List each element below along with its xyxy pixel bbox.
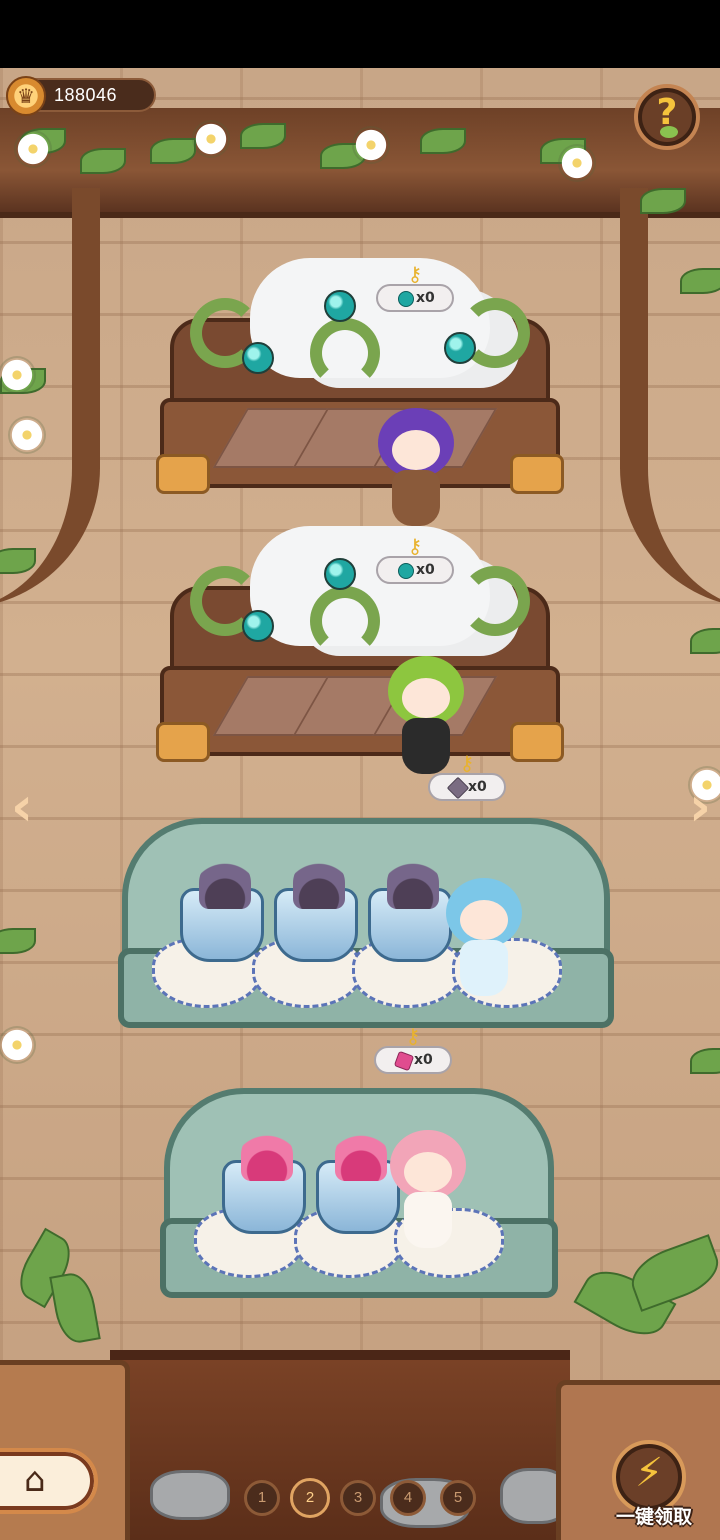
character-face [402,678,450,718]
teal-gem-icon [398,291,414,307]
vine-decoration [310,586,380,656]
resource-count: x0 [416,290,435,306]
seaweed-icon [446,776,470,800]
seaweed-jar[interactable] [368,857,452,962]
teal-orb [324,290,356,322]
seaweed-shelf[interactable] [118,798,614,1028]
wooden-arch-left [0,188,100,608]
resource-badge: ⚷ x0 [376,534,454,584]
home-icon: ⌂ [24,1460,46,1500]
seaweed-plant [293,857,345,909]
leaf-decoration [150,138,196,164]
key-icon: ⚷ [459,751,475,775]
leaf-decoration [240,123,286,149]
teal-orb [444,332,476,364]
character-face [404,1152,452,1192]
leaf-decoration [690,628,720,654]
resource-count: x0 [416,562,435,578]
vine-bed-2[interactable] [156,526,564,774]
page-selector: 1 2 3 4 5 [244,1478,484,1520]
greenhouse-scene: ⚷ x0 ⚷ x0 ⚷ x0 ⚷ x0 [0,68,720,1540]
vine-bed-1[interactable] [156,258,564,526]
help-button[interactable]: ? [634,84,700,150]
currency-amount: 188046 [54,85,118,105]
resource-badge: ⚷ x0 [376,262,454,312]
leaf-decoration [690,1048,720,1074]
teal-orb [242,342,274,374]
resource-count: x0 [468,779,487,795]
character-face [392,430,440,470]
teal-orb [242,610,274,642]
coral-jar[interactable] [222,1129,306,1234]
character-body [392,470,440,526]
coral-shelf[interactable] [160,1068,558,1298]
flower-decoration [560,146,594,180]
next-page-arrow[interactable]: › [680,780,720,834]
seaweed-plant [387,857,439,909]
flower-decoration [10,418,44,452]
crown-coin-icon: ♛ [6,76,46,116]
character-body [404,1192,452,1248]
leaf-decoration [640,188,686,214]
seaweed-jar[interactable] [180,857,264,962]
flower-decoration [354,128,388,162]
flower-decoration [0,1028,34,1062]
resource-count: x0 [414,1052,433,1068]
character-body [402,718,450,774]
seaweed-plant [199,857,251,909]
plant-leaf [624,1234,720,1312]
leaf-decoration [420,128,466,154]
coral-plant [241,1129,293,1181]
vine-decoration [460,566,530,636]
flower-decoration [0,358,34,392]
resource-badge: ⚷ x0 [428,751,506,801]
lightning-icon: ⚡ [634,1450,664,1496]
sprout-icon [660,126,678,138]
page-1-button[interactable]: 1 [244,1480,280,1516]
vine-decoration [310,318,380,388]
page-5-button[interactable]: 5 [440,1480,476,1516]
teal-orb [324,558,356,590]
page-4-button[interactable]: 4 [390,1480,426,1516]
flower-decoration [194,122,228,156]
character-face [460,900,508,940]
stone-decoration [150,1470,230,1520]
home-button[interactable]: ⌂ [0,1448,98,1514]
teal-gem-icon [398,563,414,579]
bed-foot [510,722,564,762]
leaf-decoration [680,268,720,294]
key-icon: ⚷ [405,1024,421,1048]
page-3-button[interactable]: 3 [340,1480,376,1516]
bed-foot [156,454,210,494]
wooden-arch-right [620,188,720,608]
seaweed-jar[interactable] [274,857,358,962]
status-bar [0,0,720,68]
leaf-decoration [0,928,36,954]
key-icon: ⚷ [407,534,423,558]
bed-foot [156,722,210,762]
flower-decoration [16,132,50,166]
currency-counter: ♛ 188046 [6,76,156,116]
leaf-decoration [80,148,126,174]
prev-page-arrow[interactable]: ‹ [2,780,42,834]
character-body [460,940,508,996]
page-2-button[interactable]: 2 [290,1478,330,1518]
collect-all-label[interactable]: 一键领取 [604,1502,704,1529]
key-icon: ⚷ [407,262,423,286]
bed-foot [510,454,564,494]
coral-jar[interactable] [316,1129,400,1234]
coral-plant [335,1129,387,1181]
plant-leaf [49,1270,101,1346]
